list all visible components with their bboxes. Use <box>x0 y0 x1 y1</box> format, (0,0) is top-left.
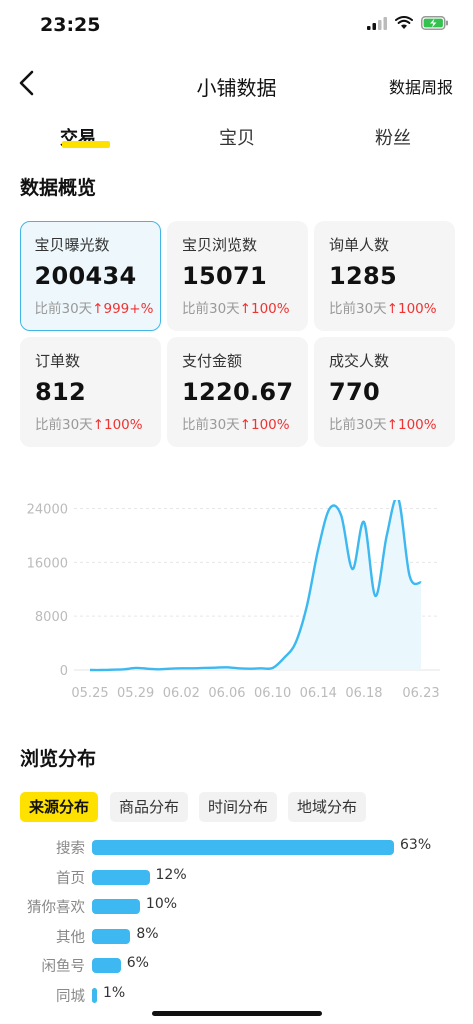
bar-percent: 63% <box>400 837 432 853</box>
bar <box>92 840 394 855</box>
metric-compare: 比前30天↑100% <box>182 413 308 433</box>
x-tick-label: 06.23 <box>402 686 439 701</box>
battery-charging-icon <box>421 16 448 30</box>
change-percent: ↑100% <box>386 417 437 433</box>
bar-percent: 8% <box>136 925 159 942</box>
change-percent: ↑100% <box>386 301 437 317</box>
bar-row: 猜你喜欢 10% <box>0 891 473 921</box>
bar <box>92 928 131 944</box>
y-tick-label: 8000 <box>35 610 68 625</box>
home-indicator <box>152 1011 322 1016</box>
metric-value: 1220.67 <box>182 378 294 406</box>
active-tab-indicator <box>62 141 110 148</box>
bar-row: 同城 1% <box>0 980 473 1010</box>
x-tick-label: 05.29 <box>117 686 154 701</box>
status-bar: 23:25 <box>0 0 473 52</box>
change-percent: ↑100% <box>239 301 290 317</box>
change-percent: ↑100% <box>239 417 290 433</box>
compare-period: 比前30天 <box>182 301 240 317</box>
bar-percent: 6% <box>126 955 149 971</box>
metric-card[interactable]: 询单人数 1285 比前30天↑100% <box>314 221 455 331</box>
overview-title: 数据概览 <box>20 177 97 199</box>
tab-fans[interactable]: 粉丝 <box>375 124 411 150</box>
bar-percent: 12% <box>155 866 187 883</box>
metric-label: 支付金额 <box>182 352 243 370</box>
bar-row: 其他 8% <box>0 921 473 951</box>
metric-label: 宝贝浏览数 <box>182 236 258 254</box>
bar-percent: 10% <box>145 896 178 912</box>
metric-value: 770 <box>329 378 380 406</box>
x-tick-label: 06.18 <box>345 686 382 701</box>
y-tick-label: 0 <box>60 664 68 679</box>
bar-label: 首页 <box>56 870 85 887</box>
weekly-report-link[interactable]: 数据周报 <box>389 74 453 98</box>
source-bar-chart: 搜索 63% 首页 12% 猜你喜欢 10% 其他 8% 闲鱼号 6% 同城 1% <box>0 832 473 1022</box>
bar <box>92 869 150 885</box>
cellular-signal-icon <box>367 17 387 30</box>
metric-compare: 比前30天↑100% <box>329 413 455 433</box>
bar <box>92 958 121 973</box>
pill-region[interactable]: 地域分布 <box>288 792 367 822</box>
bar-row: 闲鱼号 6% <box>0 950 473 980</box>
series-area <box>90 500 421 671</box>
bar-row: 搜索 63% <box>0 832 473 862</box>
compare-period: 比前30天 <box>329 301 387 317</box>
nav-bar: 小铺数据 数据周报 <box>0 60 473 108</box>
tab-bar: 交易 宝贝 粉丝 <box>0 118 473 158</box>
wifi-icon <box>395 16 413 29</box>
distribution-title: 浏览分布 <box>20 748 97 770</box>
metric-value: 15071 <box>182 262 267 290</box>
x-tick-label: 06.14 <box>300 686 337 701</box>
compare-period: 比前30天 <box>35 417 93 433</box>
y-tick-label: 16000 <box>27 556 68 571</box>
metric-card[interactable]: 宝贝曝光数 200434 比前30天↑999+% <box>20 221 161 331</box>
metric-label: 询单人数 <box>329 236 390 254</box>
bar <box>92 987 97 1003</box>
bar-label: 其他 <box>56 929 85 946</box>
metric-card[interactable]: 宝贝浏览数 15071 比前30天↑100% <box>167 221 308 331</box>
pill-product[interactable]: 商品分布 <box>110 792 189 822</box>
compare-period: 比前30天 <box>34 300 93 317</box>
compare-period: 比前30天 <box>182 417 240 433</box>
bar <box>92 899 140 914</box>
bar-label: 同城 <box>56 988 85 1005</box>
tab-items[interactable]: 宝贝 <box>219 124 255 150</box>
y-tick-label: 24000 <box>27 503 68 518</box>
pill-time[interactable]: 时间分布 <box>199 792 278 822</box>
bar-row: 首页 12% <box>0 862 473 892</box>
metric-compare: 比前30天↑999+% <box>35 297 161 317</box>
bar-percent: 1% <box>103 984 126 1001</box>
x-tick-label: 06.10 <box>254 686 291 701</box>
change-percent: ↑999+% <box>92 300 154 317</box>
metric-value: 200434 <box>34 261 137 290</box>
x-tick-label: 06.02 <box>163 686 200 701</box>
metric-value: 812 <box>35 378 86 406</box>
bar-label: 闲鱼号 <box>41 959 86 975</box>
metric-compare: 比前30天↑100% <box>35 413 161 433</box>
metric-label: 订单数 <box>35 352 81 370</box>
metric-value: 1285 <box>329 262 397 290</box>
trend-chart: 0 8000 16000 24000 05.25 05.29 06.02 06.06 06.10… <box>27 500 440 701</box>
pill-source[interactable]: 来源分布 <box>20 792 99 822</box>
status-time: 23:25 <box>40 14 101 36</box>
metric-label: 宝贝曝光数 <box>34 235 110 254</box>
metric-card[interactable]: 成交人数 770 比前30天↑100% <box>314 337 455 447</box>
metric-compare: 比前30天↑100% <box>182 297 308 317</box>
metric-card[interactable]: 订单数 812 比前30天↑100% <box>20 337 161 447</box>
bar-label: 搜索 <box>56 841 85 857</box>
x-tick-label: 06.06 <box>208 686 245 701</box>
x-tick-label: 05.25 <box>71 686 108 701</box>
change-percent: ↑100% <box>92 417 143 433</box>
status-icons <box>367 16 449 30</box>
compare-period: 比前30天 <box>329 417 387 433</box>
metric-compare: 比前30天↑100% <box>329 297 455 317</box>
metric-label: 成交人数 <box>329 352 390 370</box>
bar-label: 猜你喜欢 <box>27 900 85 916</box>
metric-card[interactable]: 支付金额 1220.67 比前30天↑100% <box>167 337 308 447</box>
